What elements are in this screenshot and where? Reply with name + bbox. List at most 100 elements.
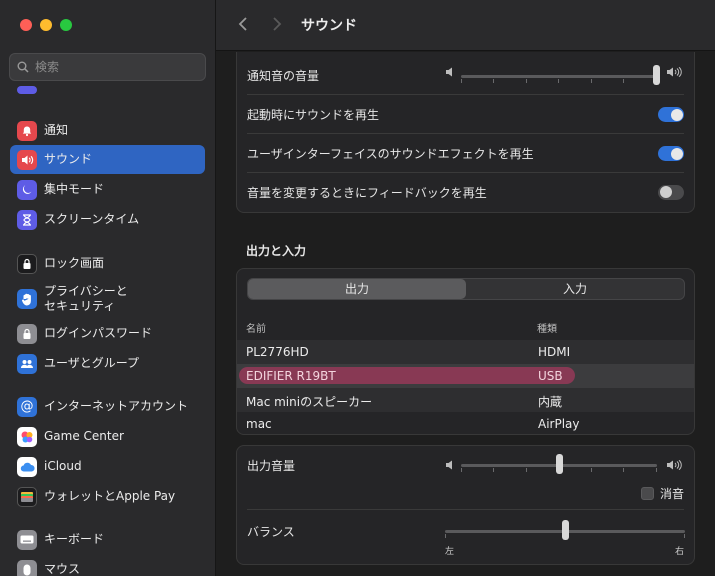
startup-sound-row: 起動時にサウンドを再生: [247, 96, 684, 134]
search-input[interactable]: [35, 60, 185, 74]
output-input-segmented-control: 出力 入力: [247, 278, 685, 300]
balance-left-label: 左: [445, 547, 455, 557]
device-row[interactable]: PL2776HD HDMI: [237, 340, 694, 364]
startup-sound-toggle[interactable]: [658, 107, 684, 122]
search-icon: [17, 61, 29, 73]
slider-tick: [461, 468, 462, 472]
output-volume-slider[interactable]: [461, 454, 657, 474]
output-volume-row: 出力音量 消音: [247, 446, 684, 510]
device-row[interactable]: mac AirPlay: [237, 412, 694, 434]
chevron-right-icon: [273, 17, 282, 31]
sidebar-item-label: キーボード: [44, 532, 105, 546]
sidebar-item-clipped: [10, 80, 205, 94]
sidebar-item-keyboard[interactable]: キーボード: [10, 525, 205, 554]
ui-sound-toggle[interactable]: [658, 146, 684, 161]
alert-volume-slider[interactable]: [461, 65, 660, 85]
device-name: EDIFIER R19BT: [246, 369, 336, 383]
device-row-selected[interactable]: EDIFIER R19BT USB: [237, 364, 694, 388]
sidebar-item-label: プライバシーと セキュリティ: [44, 284, 128, 313]
device-type: AirPlay: [538, 417, 580, 431]
ui-sound-row: ユーザインターフェイスのサウンドエフェクトを再生: [247, 135, 684, 173]
slider-tick: [623, 468, 624, 472]
alert-volume-row: 通知音の音量: [247, 57, 684, 95]
tab-input[interactable]: 入力: [466, 279, 684, 299]
slider-tick: [445, 534, 446, 538]
back-button[interactable]: [233, 13, 253, 37]
ui-sound-label: ユーザインターフェイスのサウンドエフェクトを再生: [247, 147, 534, 161]
sidebar-item-focus[interactable]: 集中モード: [10, 175, 205, 204]
keyboard-icon: [17, 529, 37, 550]
output-input-group: 出力 入力 名前 種類 PL2776HD HDMI EDIFIER R19BT …: [236, 268, 695, 435]
sidebar-item-privacy[interactable]: プライバシーと セキュリティ: [10, 281, 205, 317]
sidebar-item-label: 通知: [44, 123, 69, 137]
bell-icon: [17, 120, 37, 141]
sidebar-item-notifications[interactable]: 通知: [10, 116, 205, 145]
zoom-window-button[interactable]: [60, 19, 72, 31]
hourglass-icon: [17, 209, 37, 230]
balance-row: バランス 左 右: [247, 510, 685, 564]
output-volume-label: 出力音量: [247, 459, 296, 473]
slider-tick: [591, 79, 592, 83]
device-type: HDMI: [538, 345, 571, 359]
slider-tick: [526, 79, 527, 83]
feedback-toggle[interactable]: [658, 184, 684, 200]
device-table-header: 名前 種類: [237, 312, 694, 336]
clipped-icon: [17, 86, 37, 94]
slider-knob[interactable]: [561, 520, 569, 540]
sidebar-item-wallet[interactable]: ウォレットとApple Pay: [10, 482, 205, 511]
mouse-icon: [17, 559, 37, 576]
close-window-button[interactable]: [20, 19, 32, 31]
speaker-icon: [17, 149, 37, 170]
moon-icon: [17, 179, 37, 200]
sidebar-item-screen-time[interactable]: スクリーンタイム: [10, 205, 205, 234]
feedback-row: 音量を変更するときにフィードバックを再生: [247, 173, 684, 211]
slider-knob[interactable]: [653, 65, 660, 85]
slider-tick: [493, 79, 494, 83]
sidebar: 通知 サウンド 集中モード スクリーンタイム ロック画面 プライバシーと セキュ…: [0, 0, 216, 576]
cloud-icon: [17, 456, 37, 477]
device-row[interactable]: Mac miniのスピーカー 内蔵: [237, 388, 694, 412]
mute-label: 消音: [659, 487, 684, 501]
speaker-low-icon: [446, 460, 455, 473]
device-type: USB: [538, 369, 563, 383]
speaker-low-icon: [446, 67, 455, 80]
balance-slider[interactable]: [445, 520, 685, 540]
sidebar-item-label: サウンド: [44, 152, 93, 166]
column-name-header[interactable]: 名前: [246, 320, 266, 335]
column-type-header[interactable]: 種類: [537, 320, 557, 335]
sidebar-item-users-groups[interactable]: ユーザとグループ: [10, 349, 205, 378]
chevron-left-icon: [238, 17, 247, 31]
sidebar-item-label: Game Center: [44, 429, 124, 443]
sidebar-item-label: ウォレットとApple Pay: [44, 489, 176, 503]
slider-tick: [526, 468, 527, 472]
balance-right-label: 右: [675, 547, 685, 557]
sidebar-item-login-password[interactable]: ログインパスワード: [10, 319, 205, 348]
mute-checkbox[interactable]: [640, 487, 654, 500]
device-name: mac: [246, 417, 272, 431]
sidebar-item-lock-screen[interactable]: ロック画面: [10, 249, 205, 278]
at-icon: @: [17, 396, 37, 417]
sidebar-item-internet-accounts[interactable]: @ インターネットアカウント: [10, 392, 205, 421]
wallet-icon: [17, 486, 37, 507]
mute-checkbox-row[interactable]: 消音: [640, 485, 684, 502]
tab-output[interactable]: 出力: [248, 279, 466, 299]
sidebar-item-label: スクリーンタイム: [44, 212, 140, 226]
minimize-window-button[interactable]: [40, 19, 52, 31]
output-input-section-title: 出力と入力: [246, 244, 307, 258]
slider-tick: [623, 79, 624, 83]
slider-track: [461, 75, 657, 78]
game-center-icon: [17, 426, 37, 447]
sidebar-item-sound[interactable]: サウンド: [10, 145, 205, 174]
speaker-high-icon: [667, 66, 683, 80]
slider-knob[interactable]: [555, 454, 563, 474]
users-icon: [17, 353, 37, 374]
sidebar-item-label: インターネットアカウント: [44, 399, 189, 413]
sidebar-item-game-center[interactable]: Game Center: [10, 422, 205, 451]
search-field[interactable]: [9, 53, 206, 81]
sidebar-item-mouse[interactable]: マウス: [10, 555, 205, 576]
slider-tick: [656, 468, 657, 472]
window-controls: [20, 19, 72, 31]
sidebar-item-label: ログインパスワード: [44, 326, 153, 340]
sidebar-item-icloud[interactable]: iCloud: [10, 452, 205, 481]
forward-button[interactable]: [267, 13, 287, 37]
